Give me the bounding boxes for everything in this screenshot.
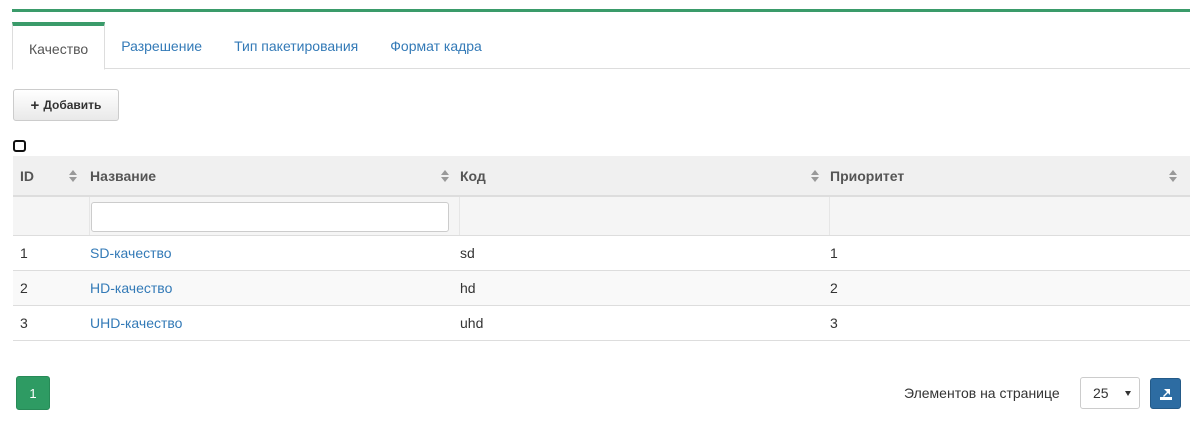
cell-code: sd [460,245,475,261]
chevron-down-icon [1125,391,1131,396]
tab-frame-format[interactable]: Формат кадра [374,22,498,69]
tab-label: Качество [29,40,89,57]
table-header: ID Название Код Приоритет [13,156,1190,197]
row-name-link[interactable]: UHD-качество [90,315,182,331]
table-row: 3 UHD-качество uhd 3 [13,306,1190,341]
cell-priority: 1 [830,245,838,261]
table-row: 1 SD-качество sd 1 [13,236,1190,271]
filter-cell [13,197,90,235]
cell-id: 1 [20,245,28,261]
per-page-label: Элементов на странице [904,385,1060,401]
sort-icon [440,169,450,182]
table-row: 2 HD-качество hd 2 [13,271,1190,306]
sort-icon [810,169,820,182]
row-name-link[interactable]: HD-качество [90,280,172,296]
tab-label: Тип пакетирования [234,37,359,54]
tabs-bar: Качество Разрешение Тип пакетирования Фо… [12,22,1190,70]
column-label: Приоритет [830,167,905,184]
sort-icon [68,169,78,182]
add-button-label: Добавить [43,98,102,112]
row-name-link[interactable]: SD-качество [90,245,172,261]
data-table: ID Название Код Приоритет 1 SD-качество … [13,156,1190,341]
tab-packaging-type[interactable]: Тип пакетирования [218,22,374,69]
column-header-code[interactable]: Код [460,156,830,195]
cell-code: uhd [460,315,484,331]
column-label: ID [20,167,34,184]
column-label: Код [460,167,486,184]
tab-label: Формат кадра [390,37,482,54]
cell-id: 3 [20,315,28,331]
column-label: Название [90,167,157,184]
column-header-name[interactable]: Название [90,156,460,195]
column-header-priority[interactable]: Приоритет [830,156,1190,195]
cell-priority: 3 [830,315,838,331]
select-all-checkbox[interactable] [13,140,26,152]
sort-icon [1168,169,1178,182]
page-button-1[interactable]: 1 [16,376,50,410]
export-icon [1159,388,1172,400]
filter-cell [830,197,1190,235]
cell-priority: 2 [830,280,838,296]
per-page-select[interactable]: 25 [1080,377,1140,409]
page-label: 1 [29,385,37,401]
tab-resolution[interactable]: Разрешение [105,22,218,69]
tab-label: Разрешение [121,37,203,54]
plus-icon: + [30,96,40,114]
filter-cell [460,197,830,235]
column-header-id[interactable]: ID [13,156,90,195]
cell-code: hd [460,280,476,296]
tab-quality[interactable]: Качество [12,22,106,70]
top-accent-line [12,9,1190,12]
cell-id: 2 [20,280,28,296]
per-page-value: 25 [1093,385,1109,401]
add-button[interactable]: + Добавить [13,89,119,121]
export-button[interactable] [1150,378,1181,409]
name-filter-input[interactable] [91,202,449,232]
